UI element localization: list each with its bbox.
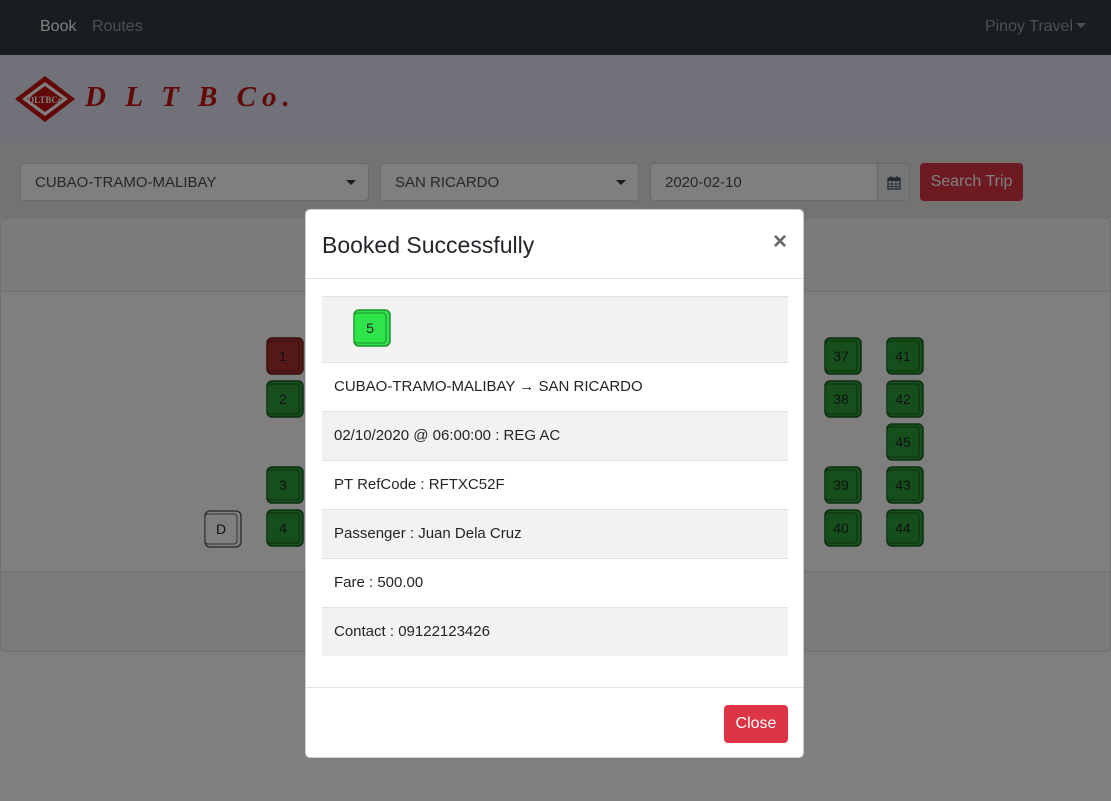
schedule-row: 02/10/2020 @ 06:00:00 : REG AC <box>322 411 788 460</box>
fare-row: Fare : 500.00 <box>322 558 788 607</box>
close-icon[interactable]: × <box>773 228 787 256</box>
modal-title: Booked Successfully <box>322 232 535 258</box>
close-button[interactable]: Close <box>724 705 788 743</box>
contact-row: Contact : 09122123426 <box>322 607 788 656</box>
seat-number: 5 <box>366 320 374 336</box>
passenger-row: Passenger : Juan Dela Cruz <box>322 509 788 558</box>
modal-header: Booked Successfully × <box>306 210 803 279</box>
selected-seat-row: 5 <box>322 296 788 362</box>
refcode-row: PT RefCode : RFTXC52F <box>322 460 788 509</box>
selected-seat-icon: 5 <box>352 309 392 347</box>
route-row: CUBAO-TRAMO-MALIBAY → SAN RICARDO <box>322 362 788 411</box>
modal-footer: Close <box>306 687 803 757</box>
booking-success-modal: Booked Successfully × 5 CUBAO-TRAMO-MALI… <box>305 209 804 758</box>
